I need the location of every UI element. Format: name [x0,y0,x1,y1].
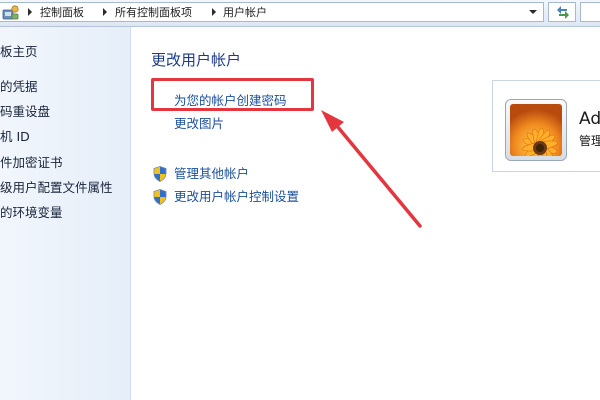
breadcrumb-separator-icon [28,8,32,16]
user-account-tile: Ad 管理 [492,80,600,172]
breadcrumb-user-accounts[interactable]: 用户帐户 [223,5,267,20]
nav-manage-credentials[interactable]: 的凭据 [0,79,38,95]
breadcrumb[interactable]: 控制面板 所有控制面板项 用户帐户 [0,2,544,22]
uac-shield-icon [153,189,167,205]
breadcrumb-control-panel[interactable]: 控制面板 [40,5,84,20]
control-panel-icon [2,5,19,20]
nav-control-panel-home[interactable]: 板主页 [0,44,38,60]
refresh-button[interactable] [548,2,576,22]
uac-settings-link[interactable]: 更改用户帐户控制设置 [174,189,299,205]
flower-avatar-icon [510,104,562,156]
address-dropdown-button[interactable] [524,3,542,21]
nav-file-encryption-cert[interactable]: 件加密证书 [0,155,63,171]
user-role: 管理 [579,134,600,148]
chevron-down-icon [529,10,537,14]
nav-advanced-profile-properties[interactable]: 级用户配置文件属性 [0,180,113,196]
left-nav-pane: 板主页 的凭据 码重设盘 机 ID 件加密证书 级用户配置文件属性 的环境变量 [0,27,131,400]
change-picture-link[interactable]: 更改图片 [174,116,224,132]
manage-other-accounts-link[interactable]: 管理其他帐户 [174,166,249,182]
user-name: Ad [579,109,600,129]
nav-link-online-id[interactable]: 机 ID [0,129,30,145]
refresh-icon [557,6,569,19]
breadcrumb-all-items[interactable]: 所有控制面板项 [115,5,192,20]
avatar [505,99,567,161]
search-input[interactable] [580,2,600,22]
breadcrumb-separator-icon [212,8,216,16]
page-title: 更改用户帐户 [151,51,242,69]
nav-environment-variables[interactable]: 的环境变量 [0,205,63,221]
uac-shield-icon [153,166,167,182]
nav-password-reset-disk[interactable]: 码重设盘 [0,104,50,120]
highlight-box [151,78,314,111]
address-bar: 控制面板 所有控制面板项 用户帐户 [0,0,600,27]
breadcrumb-separator-icon [103,8,107,16]
